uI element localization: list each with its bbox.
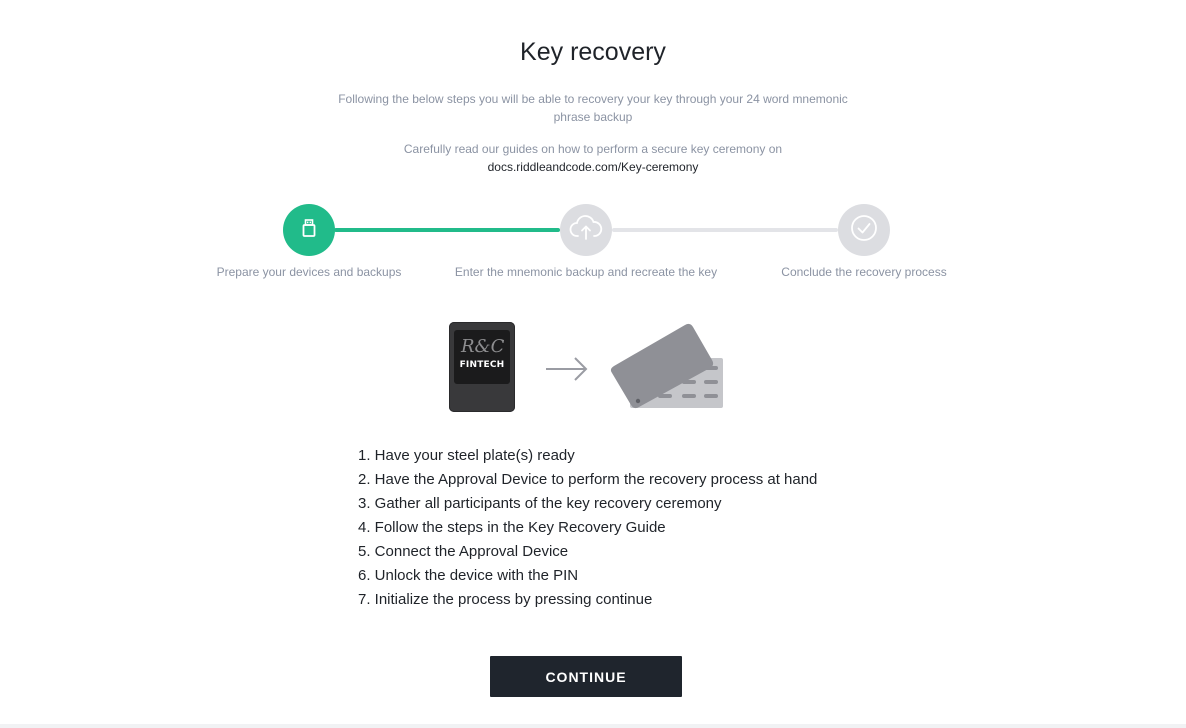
recovery-illustration: R&C FINTECH bbox=[440, 318, 740, 418]
instruction-item: 7. Initialize the process by pressing co… bbox=[358, 591, 653, 608]
instruction-item: 3. Gather all participants of the key re… bbox=[358, 495, 722, 512]
guide-text: Carefully read our guides on how to perf… bbox=[403, 142, 783, 156]
step-1-label: Prepare your devices and backups bbox=[216, 265, 402, 279]
guide-notice: Carefully read our guides on how to perf… bbox=[0, 140, 1186, 176]
instruction-item: 5. Connect the Approval Device bbox=[358, 543, 569, 560]
device-screen: R&C FINTECH bbox=[454, 330, 510, 384]
instructions-list: 1. Have your steel plate(s) ready 2. Hav… bbox=[358, 444, 817, 612]
check-circle-icon bbox=[850, 214, 878, 247]
device-script-logo: R&C bbox=[461, 336, 505, 357]
instruction-item: 1. Have your steel plate(s) ready bbox=[358, 447, 575, 464]
instruction-item: 4. Follow the steps in the Key Recovery … bbox=[358, 519, 666, 536]
continue-button[interactable]: CONTINUE bbox=[490, 656, 682, 697]
stepper-connector-pending bbox=[612, 228, 838, 232]
page-title: Key recovery bbox=[520, 38, 666, 66]
guide-link[interactable]: docs.riddleandcode.com/Key-ceremony bbox=[0, 158, 1186, 176]
usb-icon bbox=[301, 218, 317, 242]
page-subtitle: Following the below steps you will be ab… bbox=[338, 92, 848, 124]
instruction-item: 6. Unlock the device with the PIN bbox=[358, 567, 579, 584]
step-2-indicator bbox=[560, 204, 612, 256]
approval-device-image: R&C FINTECH bbox=[449, 322, 515, 412]
footer-strip bbox=[0, 724, 1186, 728]
step-2-label: Enter the mnemonic backup and recreate t… bbox=[454, 265, 718, 279]
step-3-indicator bbox=[838, 204, 890, 256]
stepper-connector-complete bbox=[334, 228, 560, 232]
step-1-indicator bbox=[283, 204, 335, 256]
cloud-upload-icon bbox=[569, 214, 603, 246]
instruction-item: 2. Have the Approval Device to perform t… bbox=[358, 471, 818, 488]
step-3-label: Conclude the recovery process bbox=[781, 265, 947, 279]
device-logo: FINTECH bbox=[459, 360, 505, 370]
